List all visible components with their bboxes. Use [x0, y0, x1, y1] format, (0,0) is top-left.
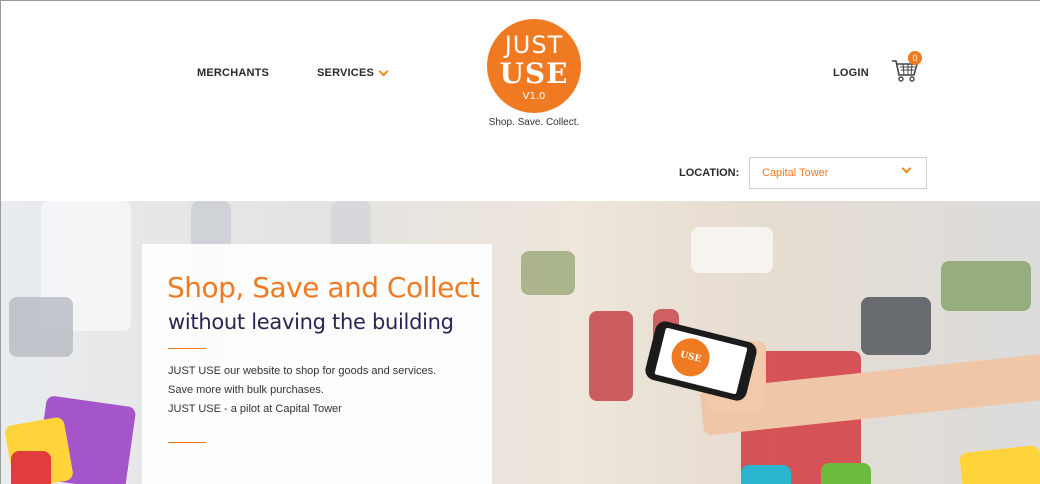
site-header: MERCHANTS SERVICES JUST USE V1.0 Shop. S…	[1, 1, 1040, 201]
hero-line: JUST USE our website to shop for goods a…	[168, 365, 437, 377]
hero-bg-shape	[9, 297, 73, 357]
hero-subtitle: without leaving the building	[168, 310, 454, 334]
hero-line: JUST USE - a pilot at Capital Tower	[168, 403, 342, 415]
location-selected-value: Capital Tower	[762, 167, 829, 179]
phone-screen: USE	[654, 327, 748, 395]
hero-bg-shape	[941, 261, 1031, 311]
hero-bg-shape	[691, 227, 773, 273]
logo-badge: JUST USE V1.0	[487, 19, 581, 113]
divider	[168, 348, 206, 349]
logo-version: V1.0	[522, 91, 546, 102]
divider	[168, 442, 206, 443]
hero-card: Shop, Save and Collect without leaving t…	[142, 244, 492, 484]
shopping-bag-shape	[11, 451, 51, 484]
page-frame: MERCHANTS SERVICES JUST USE V1.0 Shop. S…	[0, 0, 1040, 484]
chevron-down-icon	[378, 66, 389, 76]
location-label: LOCATION:	[679, 167, 740, 179]
shopping-bag-shape	[821, 463, 871, 484]
hero-bg-shape	[861, 297, 931, 355]
hero-bg-shape	[589, 311, 633, 401]
hero-banner: USE Shop, Save and Collect without leavi…	[1, 201, 1040, 484]
login-link[interactable]: LOGIN	[833, 67, 869, 79]
phone-image: USE	[643, 319, 759, 403]
shopping-bag-shape	[959, 444, 1040, 484]
nav-services[interactable]: SERVICES	[317, 66, 389, 79]
cart-button[interactable]: 0	[890, 51, 924, 89]
site-logo[interactable]: JUST USE V1.0 Shop. Save. Collect.	[472, 19, 596, 128]
hero-title: Shop, Save and Collect	[167, 271, 480, 304]
hero-description: JUST USE our website to shop for goods a…	[168, 362, 436, 419]
logo-line1: JUST	[504, 31, 564, 59]
phone-logo-image: USE	[667, 334, 714, 381]
nav-services-label: SERVICES	[317, 67, 375, 79]
chevron-down-icon	[901, 163, 912, 174]
shopping-bag-shape	[741, 465, 791, 484]
nav-merchants[interactable]: MERCHANTS	[197, 67, 269, 79]
location-select[interactable]: Capital Tower	[749, 157, 927, 189]
hero-line: Save more with bulk purchases.	[168, 384, 324, 396]
hero-bg-shape	[521, 251, 575, 295]
cart-count-badge: 0	[908, 51, 922, 65]
logo-tagline: Shop. Save. Collect.	[488, 117, 580, 128]
logo-line2: USE	[499, 57, 569, 90]
